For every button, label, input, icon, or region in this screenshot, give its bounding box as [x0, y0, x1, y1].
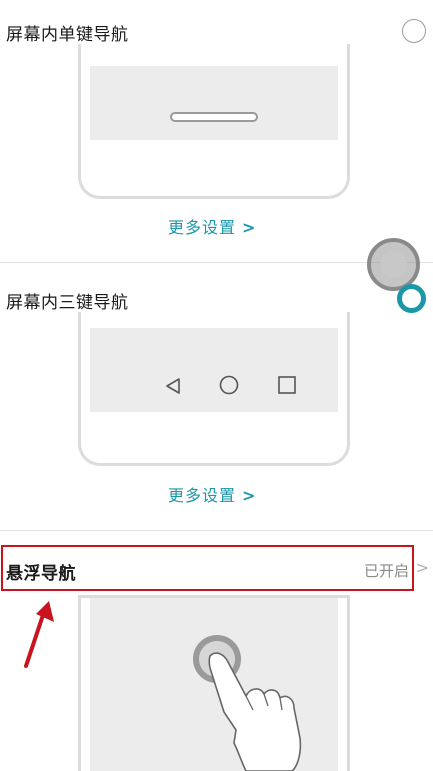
preview-screen: [90, 328, 338, 412]
more-settings-link-three[interactable]: 更多设置 >: [168, 482, 256, 506]
single-key-pill-icon: [170, 112, 258, 122]
divider: [0, 530, 433, 531]
more-settings-label: 更多设置: [168, 218, 237, 237]
triangle-back-icon: [166, 378, 180, 394]
floating-nav-row[interactable]: [1, 545, 414, 591]
chevron-right-icon: >: [242, 218, 257, 237]
tap-hand-icon: [193, 635, 302, 771]
chevron-right-icon: >: [242, 486, 257, 505]
three-key-preview: [78, 312, 350, 466]
single-key-preview: [78, 44, 350, 199]
circle-home-icon: [219, 375, 239, 395]
radio-single-key[interactable]: [402, 19, 426, 43]
chevron-right-icon: >: [415, 558, 429, 577]
section-title-three-key: 屏幕内三键导航: [6, 293, 129, 313]
square-recent-icon: [278, 376, 296, 394]
section-title-single-key: 屏幕内单键导航: [6, 25, 129, 45]
radio-three-key-selected[interactable]: [397, 284, 426, 313]
preview-screen: [90, 66, 338, 140]
more-settings-label: 更多设置: [168, 486, 237, 505]
more-settings-link-single[interactable]: 更多设置 >: [168, 214, 256, 238]
annotation-arrow-icon: [24, 601, 54, 668]
